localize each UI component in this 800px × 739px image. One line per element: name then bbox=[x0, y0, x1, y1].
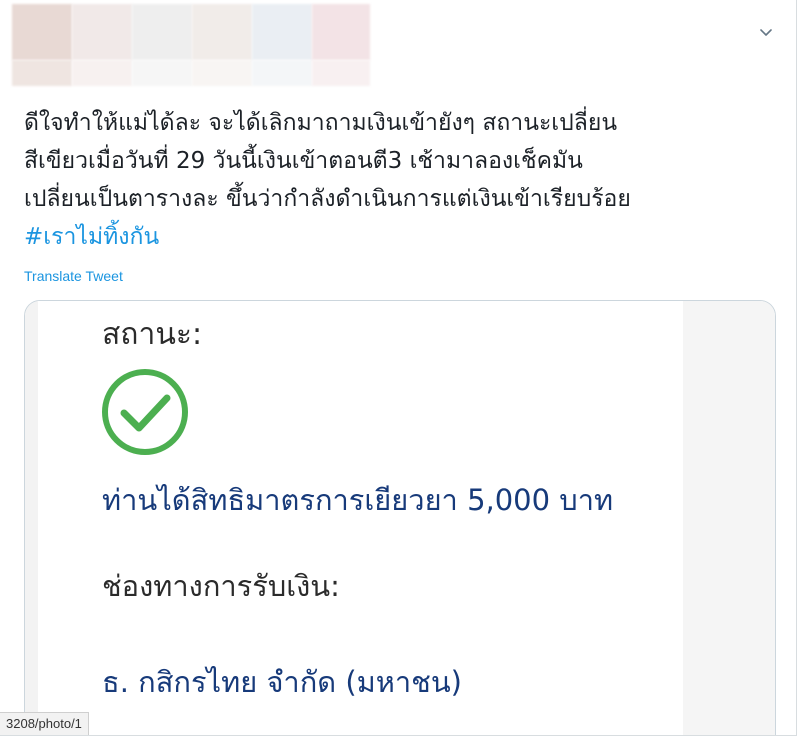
tweet-menu-button[interactable] bbox=[756, 22, 776, 42]
blurred-avatar bbox=[12, 4, 72, 60]
blurred-block bbox=[72, 60, 132, 86]
blurred-block bbox=[12, 60, 72, 86]
bank-name: ธ. กสิกรไทย จำกัด (มหาชน) bbox=[102, 665, 462, 699]
photo-side-panel bbox=[683, 301, 775, 735]
blurred-block bbox=[252, 4, 312, 60]
payment-channel-label: ช่องทางการรับเงิน: bbox=[102, 569, 340, 603]
tweet-text-line: เปลี่ยนเป็นตารางละ ขึ้นว่ากำลังดำเนินการ… bbox=[24, 186, 631, 212]
blurred-block bbox=[192, 4, 252, 60]
check-circle-icon bbox=[100, 367, 190, 457]
tweet-text-line: ดีใจทำให้แม่ได้ละ จะได้เลิกมาถามเงินเข้า… bbox=[24, 110, 618, 136]
blurred-block bbox=[72, 4, 132, 60]
browser-status-url: 3208/photo/1 bbox=[0, 712, 89, 735]
hashtag-link[interactable]: #เราไม่ทิ้งกัน bbox=[24, 218, 784, 256]
tweet-photo[interactable]: สถานะ: ท่านได้สิทธิมาตรการเยียวยา 5,000 … bbox=[24, 300, 776, 735]
blurred-block bbox=[312, 60, 370, 86]
blurred-block bbox=[132, 60, 192, 86]
photo-side-panel bbox=[25, 301, 38, 735]
photo-content: สถานะ: ท่านได้สิทธิมาตรการเยียวยา 5,000 … bbox=[38, 301, 683, 735]
tweet-text: ดีใจทำให้แม่ได้ละ จะได้เลิกมาถามเงินเข้า… bbox=[24, 104, 784, 256]
tweet-container: ดีใจทำให้แม่ได้ละ จะได้เลิกมาถามเงินเข้า… bbox=[0, 0, 797, 736]
blurred-block bbox=[312, 4, 370, 60]
translate-tweet-link[interactable]: Translate Tweet bbox=[24, 268, 123, 284]
status-label: สถานะ: bbox=[102, 317, 203, 352]
chevron-down-icon bbox=[760, 29, 772, 36]
tweet-text-line: สีเขียวเมื่อวันที่ 29 วันนี้เงินเข้าตอนต… bbox=[24, 148, 583, 174]
entitlement-text: ท่านได้สิทธิมาตรการเยียวยา 5,000 บาท bbox=[102, 483, 614, 517]
blurred-block bbox=[132, 4, 192, 60]
blurred-block bbox=[252, 60, 312, 86]
blurred-user-header bbox=[12, 4, 372, 86]
blurred-block bbox=[192, 60, 252, 86]
